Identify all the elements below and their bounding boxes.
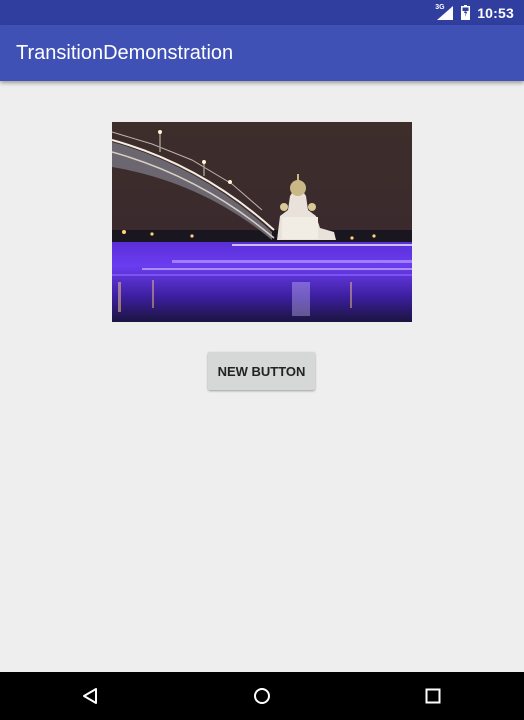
back-triangle-icon <box>83 688 97 704</box>
cell-signal-icon: 3G <box>435 4 455 21</box>
night-bridge-photo <box>112 122 412 322</box>
battery-icon <box>461 5 471 21</box>
back-button[interactable] <box>58 672 122 720</box>
home-button[interactable] <box>230 672 294 720</box>
app-bar: TransitionDemonstration <box>0 25 524 81</box>
app-title: TransitionDemonstration <box>16 42 234 64</box>
main-content: NEW BUTTON <box>0 81 524 672</box>
status-icons: 3G 10:53 <box>435 0 514 25</box>
recents-button[interactable] <box>401 672 465 720</box>
new-button[interactable]: NEW BUTTON <box>208 352 315 390</box>
navigation-bar <box>0 672 524 720</box>
home-circle-icon <box>254 688 270 704</box>
status-bar: 3G 10:53 <box>0 0 524 25</box>
status-clock: 10:53 <box>477 4 514 21</box>
recents-square-icon <box>425 688 441 704</box>
